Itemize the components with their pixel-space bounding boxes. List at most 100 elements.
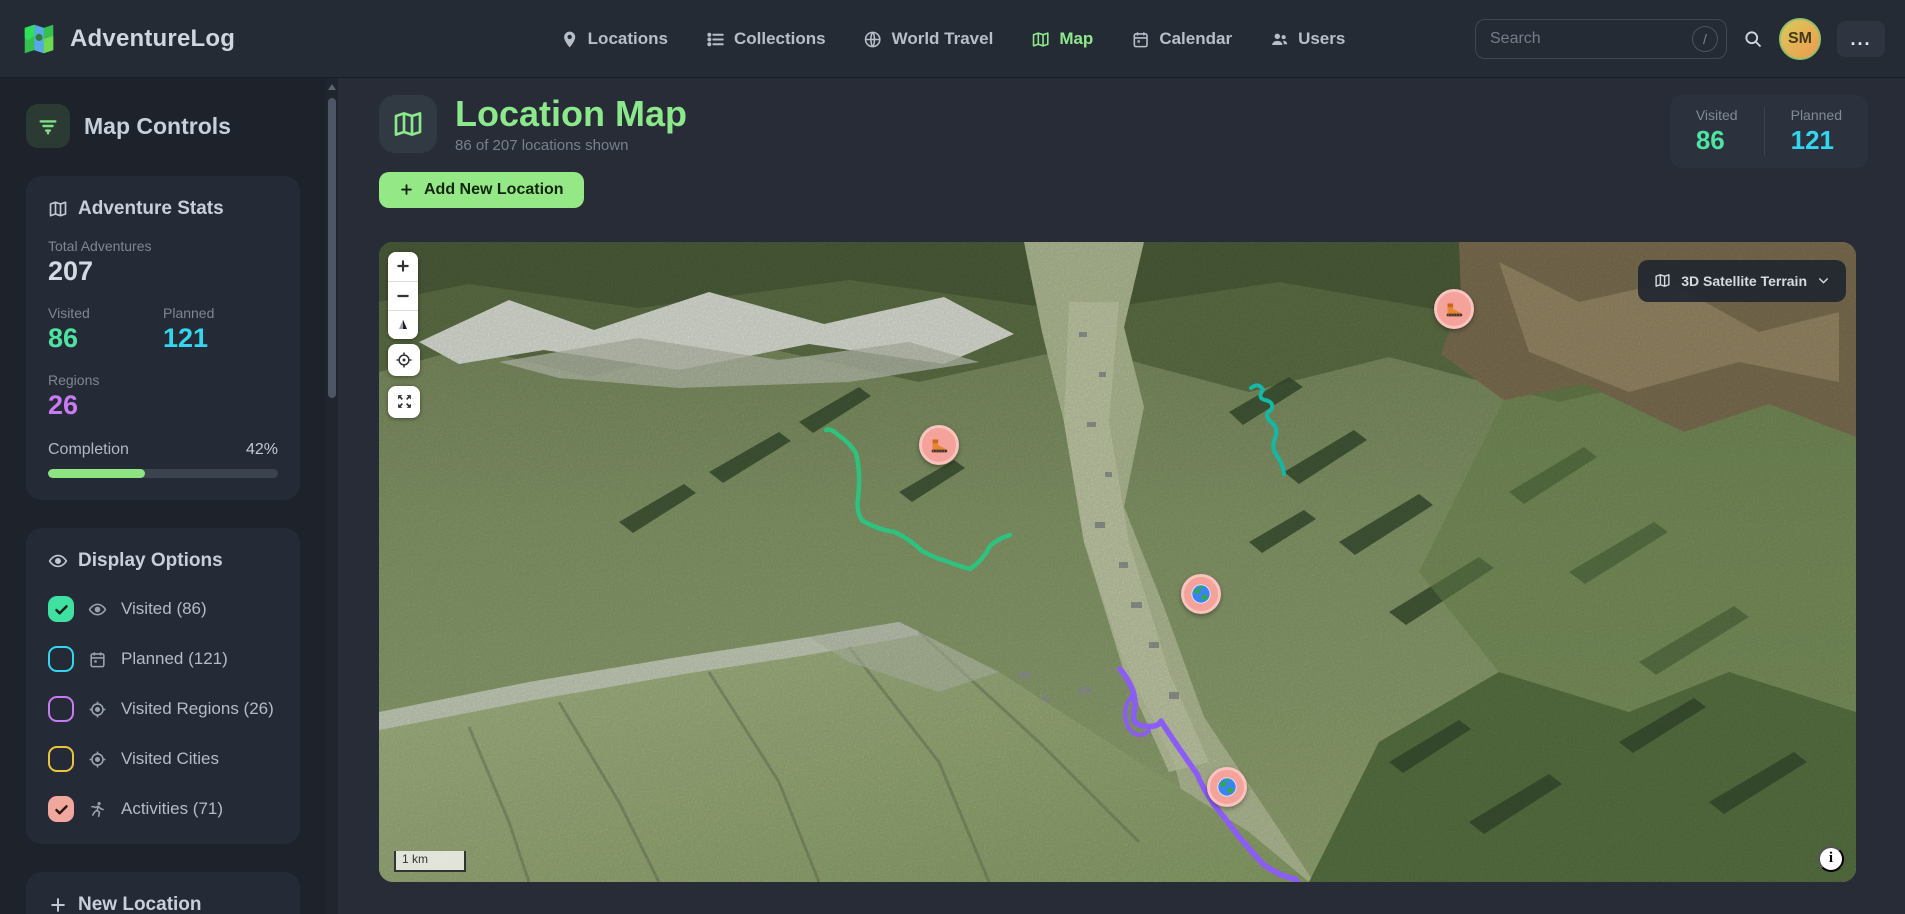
map-style-selector[interactable]: 3D Satellite Terrain [1638, 260, 1846, 302]
activity-marker[interactable] [919, 425, 959, 465]
globe-icon [1190, 583, 1212, 605]
nav-item-map[interactable]: Map [1031, 29, 1093, 49]
map-canvas[interactable]: 3D Satellite Terrain 1 km i [379, 242, 1856, 882]
eye-icon [48, 551, 68, 571]
map-controls-sidebar: Map Controls Adventure Stats Total Adven… [0, 78, 326, 914]
hiking-boot-icon [928, 434, 950, 456]
search-input[interactable] [1490, 30, 1684, 48]
pin-icon [560, 30, 579, 49]
target-icon [88, 750, 107, 769]
planned-label: Planned [163, 305, 278, 321]
header-visited-label: Visited [1696, 107, 1738, 123]
nav-item-locations[interactable]: Locations [560, 29, 668, 49]
search-shortcut-badge: / [1692, 26, 1718, 52]
scrollbar-thumb[interactable] [328, 98, 336, 398]
display-options-card: Display Options Visited (86) Planned (12… [26, 528, 300, 844]
checkbox-planned-unchecked[interactable] [48, 646, 74, 672]
search-button[interactable] [1743, 29, 1763, 49]
map-scale-bar: 1 km [394, 851, 466, 872]
geolocate-button[interactable] [388, 344, 420, 376]
new-location-card: New Location Click on the map to place a… [26, 872, 300, 914]
toggle-visited-cities[interactable]: Visited Cities [48, 746, 278, 772]
overflow-menu-button[interactable]: ... [1837, 21, 1885, 57]
planned-value: 121 [163, 323, 278, 354]
scroll-up-arrow[interactable] [328, 84, 336, 90]
sidebar-title: Map Controls [84, 113, 231, 140]
page-title: Location Map [455, 95, 687, 133]
calendar-icon [88, 650, 107, 669]
geolocate-icon [395, 351, 413, 369]
page-subtitle: 86 of 207 locations shown [455, 137, 687, 154]
minus-icon [395, 288, 411, 304]
add-new-location-button[interactable]: Add New Location [379, 172, 584, 208]
top-navbar: AdventureLog Locations Collections World… [0, 0, 1905, 78]
search-box: / [1475, 19, 1727, 59]
map-icon [1654, 272, 1671, 289]
regions-label: Regions [48, 372, 278, 388]
eye-icon [88, 600, 107, 619]
header-stats-card: Visited 86 Planned 121 [1670, 95, 1868, 168]
app-logo[interactable]: AdventureLog [20, 20, 235, 58]
completion-progress-bar [48, 469, 278, 478]
checkbox-visited-checked[interactable] [48, 596, 74, 622]
location-marker[interactable] [1207, 767, 1247, 807]
terrain-3d-view [379, 242, 1856, 882]
hiking-boot-icon [1443, 298, 1465, 320]
nav-item-calendar[interactable]: Calendar [1131, 29, 1232, 49]
toggle-visited[interactable]: Visited (86) [48, 596, 278, 622]
main-nav: Locations Collections World Travel Map C… [560, 0, 1346, 78]
users-icon [1270, 30, 1289, 49]
display-options-heading: Display Options [48, 550, 278, 572]
calendar-icon [1131, 30, 1150, 49]
fullscreen-button[interactable] [388, 386, 420, 418]
fullscreen-icon [396, 393, 413, 410]
header-planned-label: Planned [1791, 107, 1842, 123]
toggle-visited-regions[interactable]: Visited Regions (26) [48, 696, 278, 722]
visited-value: 86 [48, 323, 163, 354]
compass-icon [395, 317, 411, 333]
sidebar-scrollbar[interactable] [326, 78, 338, 914]
total-adventures-value: 207 [48, 256, 278, 287]
chevron-down-icon [1817, 274, 1830, 287]
zoom-out-button[interactable] [388, 281, 418, 310]
nav-item-users[interactable]: Users [1270, 29, 1345, 49]
completion-progress-fill [48, 469, 145, 478]
globe-icon [1216, 776, 1238, 798]
completion-percent: 42% [246, 441, 278, 459]
sidebar-header: Map Controls [26, 104, 300, 148]
total-adventures-label: Total Adventures [48, 238, 278, 254]
search-icon [1743, 29, 1763, 49]
nav-item-world-travel[interactable]: World Travel [864, 29, 994, 49]
filter-icon [26, 104, 70, 148]
new-location-heading: New Location [48, 894, 278, 914]
toggle-planned[interactable]: Planned (121) [48, 646, 278, 672]
checkbox-regions-unchecked[interactable] [48, 696, 74, 722]
zoom-in-button[interactable] [388, 252, 418, 281]
map-icon [379, 95, 437, 153]
target-icon [88, 700, 107, 719]
user-avatar[interactable]: SM [1779, 18, 1821, 60]
checkbox-activities-checked[interactable] [48, 796, 74, 822]
visited-label: Visited [48, 305, 163, 321]
map-icon [1031, 30, 1050, 49]
globe-icon [864, 30, 883, 49]
plus-icon [399, 182, 414, 197]
compass-button[interactable] [388, 310, 418, 339]
map-icon [48, 199, 68, 219]
adventure-stats-heading: Adventure Stats [48, 198, 278, 220]
main-content: Location Map 86 of 207 locations shown V… [338, 78, 1905, 914]
plus-icon [395, 258, 411, 274]
attribution-info-button[interactable]: i [1818, 846, 1844, 872]
runner-icon [88, 800, 107, 819]
checkbox-cities-unchecked[interactable] [48, 746, 74, 772]
nav-item-collections[interactable]: Collections [706, 29, 826, 49]
app-root: AdventureLog Locations Collections World… [0, 0, 1905, 914]
activity-marker[interactable] [1434, 289, 1474, 329]
plus-icon [48, 895, 68, 914]
adventure-stats-card: Adventure Stats Total Adventures 207 Vis… [26, 176, 300, 500]
regions-value: 26 [48, 390, 278, 421]
completion-label: Completion [48, 441, 129, 459]
location-marker[interactable] [1181, 574, 1221, 614]
toggle-activities[interactable]: Activities (71) [48, 796, 278, 822]
navbar-right: / SM ... [1475, 18, 1885, 60]
